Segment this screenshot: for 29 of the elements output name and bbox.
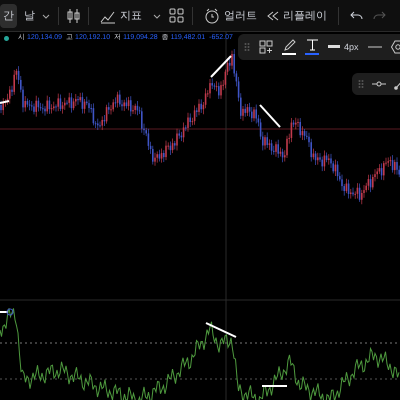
trend-line[interactable] bbox=[0, 311, 8, 313]
indicators-button[interactable]: 지표 bbox=[97, 4, 145, 28]
trend-line[interactable] bbox=[259, 104, 281, 128]
replay-button[interactable]: 리플레이 bbox=[264, 4, 330, 28]
text-color-button[interactable] bbox=[305, 39, 319, 55]
status-dot bbox=[4, 36, 9, 41]
horizontal-line-icon[interactable] bbox=[372, 80, 386, 88]
interval-tab[interactable]: 간 bbox=[0, 4, 17, 28]
redo-icon bbox=[373, 10, 386, 20]
candles-icon[interactable] bbox=[67, 8, 80, 22]
layout-grid-icon[interactable] bbox=[169, 8, 184, 23]
drag-handle-icon[interactable] bbox=[244, 42, 250, 52]
line-width-button[interactable]: 4px bbox=[328, 42, 359, 52]
interval-tab[interactable]: 날 bbox=[21, 4, 38, 28]
line-width-icon bbox=[328, 45, 340, 49]
line-color-button[interactable] bbox=[282, 39, 296, 55]
caret-icon[interactable] bbox=[153, 12, 161, 18]
rewind-icon bbox=[267, 10, 279, 22]
trend-line[interactable] bbox=[0, 100, 10, 104]
anchor-handle[interactable] bbox=[6, 308, 14, 316]
template-icon[interactable] bbox=[259, 40, 273, 54]
undo-icon bbox=[350, 10, 363, 20]
alert-button[interactable]: 얼러트 bbox=[201, 4, 260, 28]
line-style-icon[interactable] bbox=[368, 45, 382, 49]
caret-icon[interactable] bbox=[42, 12, 50, 18]
trend-line[interactable] bbox=[210, 55, 232, 78]
trend-line[interactable] bbox=[206, 322, 236, 338]
drag-handle-icon[interactable] bbox=[358, 79, 364, 89]
alarm-clock-icon bbox=[204, 8, 220, 24]
